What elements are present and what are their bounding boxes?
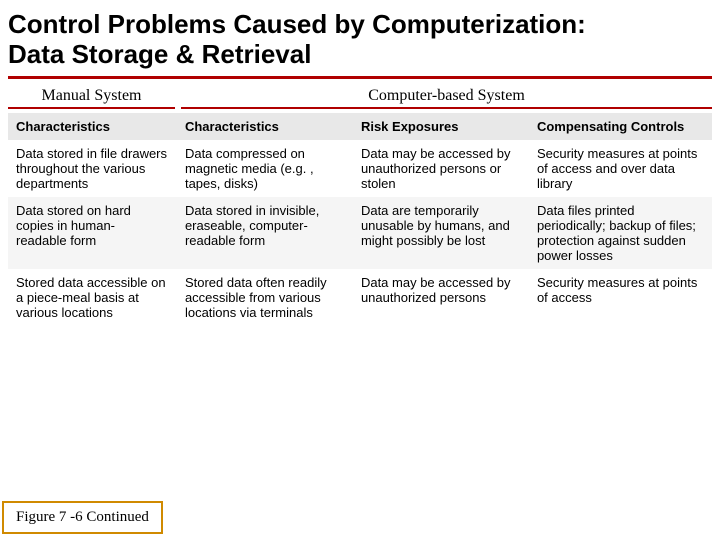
col-header-compensating-controls: Compensating Controls bbox=[529, 113, 712, 140]
table-row: Data stored on hard copies in human- rea… bbox=[8, 197, 712, 269]
title-underline bbox=[8, 76, 712, 79]
figure-label: Figure 7 -6 Continued bbox=[2, 501, 163, 534]
cell: Security measures at points of access an… bbox=[529, 140, 712, 197]
cell: Data are temporarily unusable by humans,… bbox=[353, 197, 529, 269]
table-row: Data stored in file drawers throughout t… bbox=[8, 140, 712, 197]
table-row: Stored data accessible on a piece-meal b… bbox=[8, 269, 712, 326]
comparison-table: Characteristics Characteristics Risk Exp… bbox=[8, 113, 712, 326]
group-label-computer: Computer-based System bbox=[181, 87, 712, 109]
group-label-manual: Manual System bbox=[8, 87, 175, 109]
table-header-row: Characteristics Characteristics Risk Exp… bbox=[8, 113, 712, 140]
cell: Data files printed periodically; backup … bbox=[529, 197, 712, 269]
cell: Data may be accessed by unauthorized per… bbox=[353, 269, 529, 326]
cell: Data compressed on magnetic media (e.g. … bbox=[177, 140, 353, 197]
group-label-row: Manual System Computer-based System bbox=[8, 87, 712, 109]
cell: Data may be accessed by unauthorized per… bbox=[353, 140, 529, 197]
cell: Security measures at points of access bbox=[529, 269, 712, 326]
cell: Data stored on hard copies in human- rea… bbox=[8, 197, 177, 269]
cell: Stored data often readily accessible fro… bbox=[177, 269, 353, 326]
comparison-table-wrap: Characteristics Characteristics Risk Exp… bbox=[8, 113, 712, 326]
cell: Stored data accessible on a piece-meal b… bbox=[8, 269, 177, 326]
slide-title: Control Problems Caused by Computerizati… bbox=[0, 0, 720, 76]
title-line-1: Control Problems Caused by Computerizati… bbox=[8, 9, 586, 39]
cell: Data stored in file drawers throughout t… bbox=[8, 140, 177, 197]
col-header-manual-characteristics: Characteristics bbox=[8, 113, 177, 140]
cell: Data stored in invisible, eraseable, com… bbox=[177, 197, 353, 269]
col-header-computer-characteristics: Characteristics bbox=[177, 113, 353, 140]
title-line-2: Data Storage & Retrieval bbox=[8, 39, 311, 69]
col-header-risk-exposures: Risk Exposures bbox=[353, 113, 529, 140]
